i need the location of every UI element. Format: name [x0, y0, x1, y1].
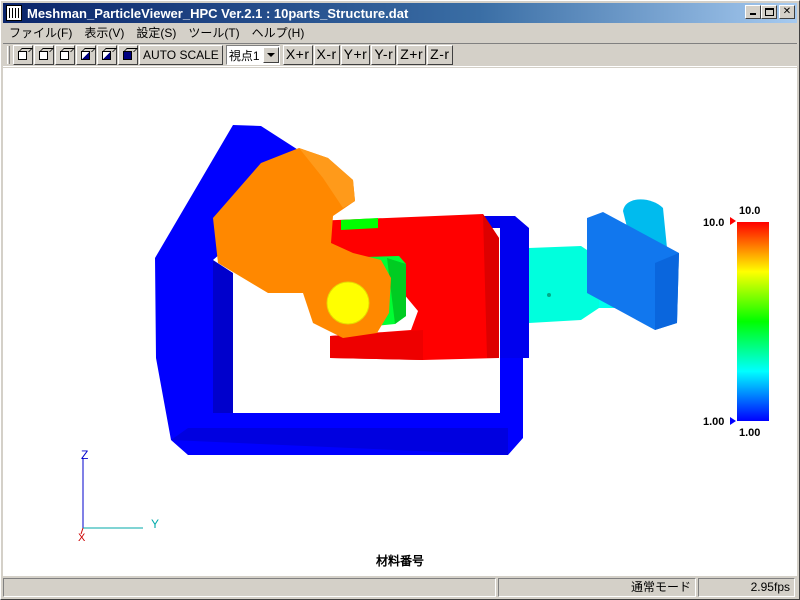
yellow-pin-part — [326, 281, 370, 325]
status-mode: 通常モード — [498, 578, 696, 597]
view-left-button[interactable] — [55, 45, 75, 65]
toolbar: AUTO SCALE 視点1 X+r X-r Y+r Y-r Z+r Z-r — [3, 43, 797, 67]
legend-max-marker — [730, 217, 736, 225]
legend-max-value: 10.0 — [703, 217, 725, 229]
title-bar[interactable]: Meshman_ParticleViewer_HPC Ver.2.1 : 10p… — [3, 3, 797, 23]
close-button[interactable]: ✕ — [779, 5, 795, 19]
axis-x-label: X — [78, 532, 86, 544]
view-front-button[interactable] — [13, 45, 33, 65]
rotate-x-minus-button[interactable]: X-r — [313, 45, 340, 65]
view-point-select[interactable]: 視点1 — [225, 45, 280, 65]
cube-left-icon — [60, 51, 69, 60]
rotate-y-plus-button[interactable]: Y+r — [340, 45, 371, 65]
status-message-pane — [3, 578, 496, 597]
app-grid-icon[interactable] — [6, 5, 22, 21]
view-back-button[interactable] — [34, 45, 54, 65]
rotate-z-minus-button[interactable]: Z-r — [427, 45, 453, 65]
minimize-icon — [750, 13, 756, 15]
status-fps: 2.95fps — [698, 578, 795, 597]
cube-solid-icon — [123, 51, 132, 60]
axis-y-label: Y — [151, 517, 159, 531]
cube-top-icon — [102, 51, 111, 60]
3d-viewport[interactable]: Z Y X 10.0 10.0 1.00 1.00 材料番号 — [3, 68, 797, 576]
status-bar: 通常モード 2.95fps — [3, 578, 797, 598]
legend-max-label: 10.0 — [739, 205, 761, 217]
cube-right-icon — [81, 51, 90, 60]
shaft-dot — [547, 293, 551, 297]
rotate-x-plus-button[interactable]: X+r — [282, 45, 313, 65]
legend-color-bar — [737, 222, 769, 421]
display-caption: 材料番号 — [375, 554, 424, 568]
minimize-button[interactable] — [745, 5, 761, 19]
blue-bracket-part — [587, 199, 679, 330]
window-title: Meshman_ParticleViewer_HPC Ver.2.1 : 10p… — [27, 5, 409, 21]
legend-min-marker — [730, 417, 736, 425]
chevron-down-icon[interactable] — [262, 47, 279, 63]
maximize-button[interactable] — [761, 5, 777, 19]
rotate-y-minus-button[interactable]: Y-r — [371, 45, 397, 65]
menu-file[interactable]: ファイル(F) — [3, 24, 78, 41]
close-icon: ✕ — [782, 6, 792, 17]
axis-z-label: Z — [81, 448, 88, 462]
model-canvas[interactable]: Z Y X — [3, 68, 797, 576]
axis-triad: Z Y X — [78, 448, 159, 544]
legend-min-value: 1.00 — [703, 416, 725, 428]
menu-bar: ファイル(F) 表示(V) 設定(S) ツール(T) ヘルプ(H) — [3, 23, 797, 42]
view-point-value: 視点1 — [228, 48, 260, 63]
menu-help[interactable]: ヘルプ(H) — [246, 24, 311, 41]
auto-scale-button[interactable]: AUTO SCALE — [139, 45, 223, 65]
toolbar-grip[interactable] — [7, 46, 10, 64]
view-top-button[interactable] — [97, 45, 117, 65]
cube-outline-icon — [39, 51, 48, 60]
window-controls: ✕ — [745, 5, 795, 19]
legend-min-label: 1.00 — [739, 427, 761, 439]
menu-settings[interactable]: 設定(S) — [130, 24, 182, 41]
menu-tools[interactable]: ツール(T) — [182, 24, 245, 41]
maximize-icon — [765, 8, 774, 16]
rotate-z-plus-button[interactable]: Z+r — [397, 45, 427, 65]
menu-view[interactable]: 表示(V) — [78, 24, 130, 41]
main-window: Meshman_ParticleViewer_HPC Ver.2.1 : 10p… — [0, 0, 800, 600]
view-solid-button[interactable] — [118, 45, 138, 65]
view-right-button[interactable] — [76, 45, 96, 65]
cube-wire-icon — [18, 51, 27, 60]
